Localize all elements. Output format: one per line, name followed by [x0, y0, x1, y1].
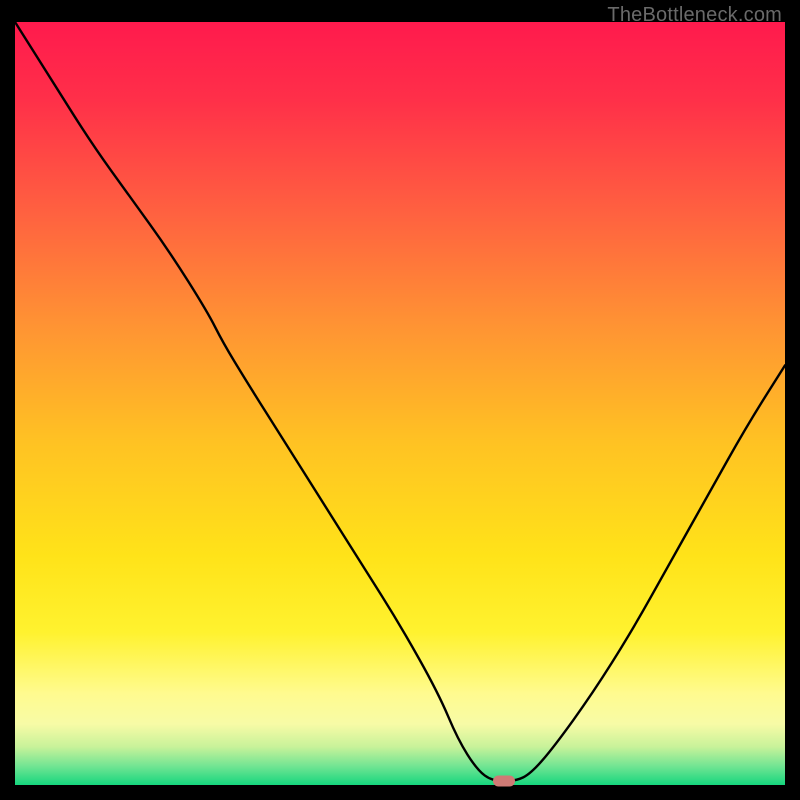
bottleneck-curve	[15, 22, 785, 785]
plot-frame	[15, 22, 785, 785]
optimal-marker	[493, 776, 515, 787]
watermark-text: TheBottleneck.com	[607, 4, 782, 27]
